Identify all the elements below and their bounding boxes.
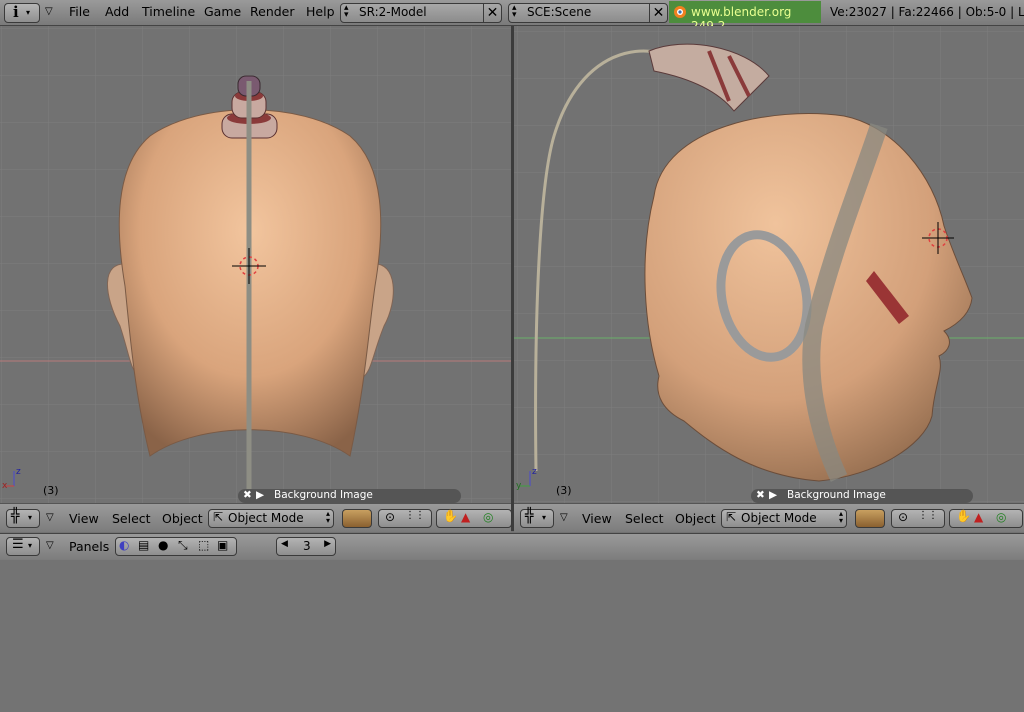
script-icon[interactable]: ▤ [138,538,149,552]
menu-add[interactable]: Add [105,4,129,19]
collapse-menu-icon[interactable]: ▽ [46,512,54,523]
editing-context-icon[interactable]: ⬚ [198,538,209,552]
menu-game[interactable]: Game [204,4,241,19]
menu-view[interactable]: View [69,511,99,526]
expand-icon[interactable]: ▶ [256,489,264,501]
svg-text:z: z [16,467,21,477]
mode-label: Object Mode [228,511,304,525]
version-url[interactable]: www.blender.org 249.2 [669,1,821,33]
menu-help[interactable]: Help [306,4,335,19]
object-mode-icon: ⇱ [213,510,224,524]
panels-icon[interactable]: ◐ ▤ ● ⤡ ⬚ ▣ [115,537,237,556]
background-image-label: Background Image [274,489,373,501]
menu-file[interactable]: File [69,4,90,19]
blender-logo-icon [674,6,686,18]
menu-view[interactable]: View [582,511,612,526]
menu-object[interactable]: Object [675,511,716,526]
background-image-label: Background Image [787,489,886,501]
grid-left: zx [0,26,511,503]
scene-name[interactable]: SCE:Scene [527,5,591,19]
shading-context-icon[interactable]: ● [158,538,168,552]
collapse-menu-icon[interactable]: ▽ [45,6,53,17]
scene-context-icon[interactable]: ▣ [217,538,228,552]
menu-select[interactable]: Select [112,511,151,526]
background-image-panel[interactable]: ✖ ▶ Background Image [238,489,461,503]
background-image-panel[interactable]: ✖ ▶ Background Image [751,489,973,503]
scene-selector[interactable]: ▴ ▾ SCE:Scene ✕ [508,3,668,23]
logic-icon[interactable]: ◐ [119,538,129,552]
shading-icon[interactable] [342,509,372,528]
collapse-menu-icon[interactable]: ▽ [46,540,54,551]
buttons-header: ☰ ▾ ▽ Panels ◐ ▤ ● ⤡ ⬚ ▣ ◀ 3 ▶ [0,533,1024,561]
frame-stepper[interactable]: ◀ 3 ▶ [276,537,336,556]
object-context-icon[interactable]: ⤡ [178,538,188,553]
menu-timeline[interactable]: Timeline [142,4,195,19]
close-icon[interactable]: ✖ [756,489,765,501]
window-type-icon[interactable]: ☰ ▾ [6,537,40,556]
frame-indicator: (3) [556,484,572,497]
pivot-icon[interactable]: ⊙ ⋮⋮ [891,509,945,528]
viewport-header-left: ╬ ▾ ▽ View Select Object ⇱ Object Mode ▴ ▾… [0,503,512,532]
frame-number[interactable]: 3 [303,539,311,553]
screen-name[interactable]: SR:2-Model [359,5,427,19]
buttons-window [0,560,1024,712]
menu-object[interactable]: Object [162,511,203,526]
increment-icon[interactable]: ▶ [324,539,331,549]
info-header: i ▾ ▽ File Add Timeline Game Render Help… [0,0,1024,33]
decrement-icon[interactable]: ◀ [281,539,288,549]
grid-right: zy [514,26,1024,503]
menu-render[interactable]: Render [250,4,295,19]
mode-label: Object Mode [741,511,817,525]
manipulator-icon[interactable]: ✋ ▲ ◎ [436,509,512,528]
view3d-icon[interactable]: ╬ ▾ [6,508,40,528]
updown-icon: ▴ ▾ [512,3,517,20]
pivot-icon[interactable]: ⊙ ⋮⋮ [378,509,432,528]
close-icon[interactable]: ✖ [243,489,252,501]
info-icon[interactable]: i ▾ [4,3,40,23]
collapse-menu-icon[interactable]: ▽ [560,512,568,523]
expand-icon[interactable]: ▶ [769,489,777,501]
scene-stats: Ve:23027 | Fa:22466 | Ob:5-0 | L [830,5,1024,19]
viewport-left[interactable]: zx (3) ✖ ▶ Background Image [0,26,511,503]
screen-selector[interactable]: ▴ ▾ SR:2-Model ✕ [340,3,502,23]
svg-text:z: z [532,467,537,477]
mode-selector[interactable]: ⇱ Object Mode ▴ ▾ [721,509,847,528]
viewport-header-right: ╬ ▾ ▽ View Select Object ⇱ Object Mode ▴ ▾… [514,503,1024,532]
panels-menu[interactable]: Panels [69,539,109,554]
svg-text:x: x [2,481,8,491]
viewport-right[interactable]: zy (3) ✖ ▶ Background Image [514,26,1024,503]
view3d-icon[interactable]: ╬ ▾ [520,508,554,528]
close-icon[interactable]: ✕ [483,4,501,22]
viewport-divider[interactable] [511,26,514,531]
updown-icon: ▴ ▾ [344,3,349,20]
svg-text:y: y [516,481,522,491]
shading-icon[interactable] [855,509,885,528]
close-icon[interactable]: ✕ [649,4,667,22]
object-mode-icon: ⇱ [726,510,737,524]
frame-indicator: (3) [43,484,59,497]
menu-select[interactable]: Select [625,511,664,526]
mode-selector[interactable]: ⇱ Object Mode ▴ ▾ [208,509,334,528]
manipulator-icon[interactable]: ✋ ▲ ◎ [949,509,1023,528]
